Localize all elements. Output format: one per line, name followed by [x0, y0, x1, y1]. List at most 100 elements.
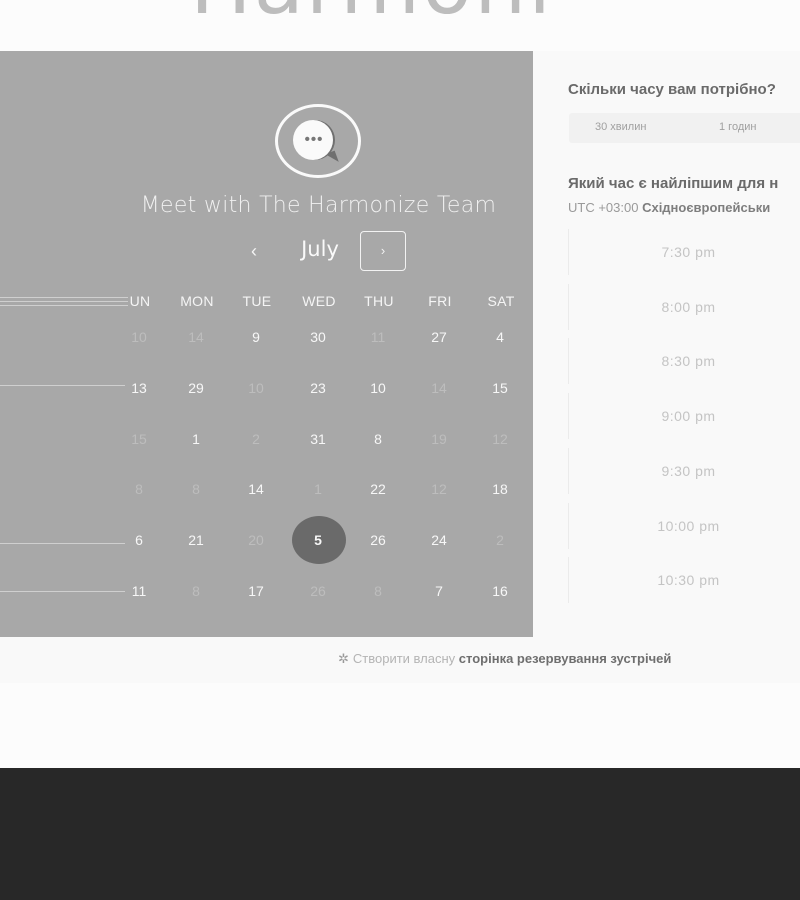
create-booking-page-link[interactable]: ✲ Створити власну сторінка резервування з…: [338, 651, 671, 667]
calendar-day[interactable]: 24: [409, 520, 469, 560]
time-selection-panel: Скільки часу вам потрібно? 30 хвилин 1 г…: [533, 51, 800, 637]
time-slot[interactable]: 7:30 pm: [568, 229, 800, 275]
calendar-day: 14: [409, 368, 469, 408]
calendar-day-number: 10: [248, 380, 264, 396]
prev-month-button[interactable]: ‹: [244, 239, 264, 263]
calendar-day-number: 1: [192, 431, 200, 447]
weekday-label: UN: [129, 293, 151, 309]
calendar-day-number: 20: [248, 532, 264, 548]
calendar-day[interactable]: 15: [470, 368, 530, 408]
calendar-day-number: 17: [248, 583, 264, 599]
month-label: July: [301, 237, 339, 261]
calendar-day-number: 29: [188, 380, 204, 396]
time-slot[interactable]: 8:00 pm: [568, 283, 800, 330]
calendar-day-number: 14: [431, 380, 447, 396]
time-slot[interactable]: 9:30 pm: [568, 447, 800, 494]
timezone-selector[interactable]: UTC +03:00 Східноєвропейськи: [568, 200, 770, 215]
calendar-day-number: 6: [135, 532, 143, 548]
calendar-day-number: 21: [188, 532, 204, 548]
calendar-day: 10: [226, 368, 286, 408]
calendar-day-number: 8: [374, 583, 382, 599]
calendar-day-number: 14: [188, 329, 204, 345]
calendar-day[interactable]: 22: [348, 469, 408, 509]
calendar-day-number: 14: [248, 481, 264, 497]
calendar-day[interactable]: 23: [288, 368, 348, 408]
calendar-day: 20: [226, 520, 286, 560]
footer-link-prefix: Створити власну: [352, 651, 456, 666]
calendar-day-number: 11: [370, 329, 386, 345]
calendar-day-number: 30: [310, 329, 326, 345]
calendar-day[interactable]: 11: [109, 571, 169, 611]
calendar-day-number: 15: [131, 431, 147, 447]
calendar-day[interactable]: 30: [288, 317, 348, 357]
weekday-label: SAT: [487, 293, 515, 309]
next-month-button[interactable]: ›: [360, 231, 406, 271]
calendar-day-number: 8: [374, 431, 382, 447]
calendar-day-number: 23: [310, 380, 326, 396]
duration-option-1h[interactable]: 1 годин: [719, 121, 756, 133]
calendar-grid: 10 14 9 30 11 27 4 13 29 10 23 10 14 15 15 1 2 31 8 19 12 8 8 1…: [0, 317, 533, 637]
calendar-day-number: 19: [431, 431, 447, 447]
calendar-day[interactable]: 27: [409, 317, 469, 357]
timezone-offset: UTC +03:00: [568, 200, 639, 215]
calendar-day[interactable]: 10: [348, 368, 408, 408]
calendar-day: 14: [166, 317, 226, 357]
brand-logo-text: Harmoni: [190, 0, 553, 33]
time-slot[interactable]: 8:30 pm: [568, 338, 800, 385]
calendar-day[interactable]: 14: [226, 469, 286, 509]
calendar-day[interactable]: 4: [470, 317, 530, 357]
time-slot[interactable]: 10:30 pm: [568, 557, 800, 604]
month-navigation: ‹ July ›: [0, 231, 533, 271]
footer-link-strong: сторінка резервування зустрічей: [458, 651, 672, 666]
calendar-day-number: 10: [131, 329, 147, 345]
calendar-day: 11: [348, 317, 408, 357]
calendar-day-number: 4: [496, 329, 504, 345]
calendar-day[interactable]: 18: [470, 469, 530, 509]
calendar-day-number: 9: [252, 329, 260, 345]
timezone-name: Східноєвропейськи: [642, 200, 771, 215]
calendar-day-number: 13: [131, 380, 147, 396]
duration-option-30min[interactable]: 30 хвилин: [595, 121, 646, 133]
calendar-day-number: 2: [496, 532, 504, 548]
calendar-day-number: 12: [492, 431, 508, 447]
calendar-day-number: 18: [492, 481, 508, 497]
calendar-day: 8: [166, 571, 226, 611]
calendar-day-selected[interactable]: 5: [288, 516, 348, 564]
calendar-day[interactable]: 29: [166, 368, 226, 408]
duration-question: Скільки часу вам потрібно?: [568, 81, 776, 98]
time-question: Який час є найліпшим для н: [568, 175, 779, 192]
calendar-day[interactable]: 6: [109, 520, 169, 560]
calendar-day-number: 8: [192, 481, 200, 497]
calendar-day[interactable]: 8: [348, 419, 408, 459]
calendar-day-number: 31: [310, 431, 326, 447]
calendar-day-number: 24: [431, 532, 447, 548]
calendar-day-number: 12: [431, 481, 447, 497]
calendar-day-number: 2: [252, 431, 260, 447]
calendar-day: 10: [109, 317, 169, 357]
calendar-day[interactable]: 16: [470, 571, 530, 611]
time-slot[interactable]: 10:00 pm: [568, 502, 800, 549]
calendar-day[interactable]: 17: [226, 571, 286, 611]
calendar-day-number: 22: [370, 481, 386, 497]
calendar-day-number: 5: [314, 532, 322, 548]
calendar-day[interactable]: 31: [288, 419, 348, 459]
calendar-day[interactable]: 9: [226, 317, 286, 357]
calendar-day: 1: [288, 469, 348, 509]
calendar-day-number: 26: [310, 583, 326, 599]
calendar-day[interactable]: 1: [166, 419, 226, 459]
calendar-day-number: 27: [431, 329, 447, 345]
calendar-day[interactable]: 7: [409, 571, 469, 611]
calendar-day: 2: [470, 520, 530, 560]
calendar-day-number: 8: [135, 481, 143, 497]
calendar-day[interactable]: 21: [166, 520, 226, 560]
weekday-label: THU: [364, 293, 394, 309]
duration-selector: 30 хвилин 1 годин: [569, 113, 800, 143]
calendar-day: 2: [226, 419, 286, 459]
calendar-day: 15: [109, 419, 169, 459]
calendar-day[interactable]: 26: [348, 520, 408, 560]
weekday-label: MON: [180, 293, 214, 309]
weekday-label: TUE: [242, 293, 272, 309]
calendar-day[interactable]: 13: [109, 368, 169, 408]
time-slot[interactable]: 9:00 pm: [568, 393, 800, 440]
sprocket-icon: ✲: [338, 651, 349, 666]
